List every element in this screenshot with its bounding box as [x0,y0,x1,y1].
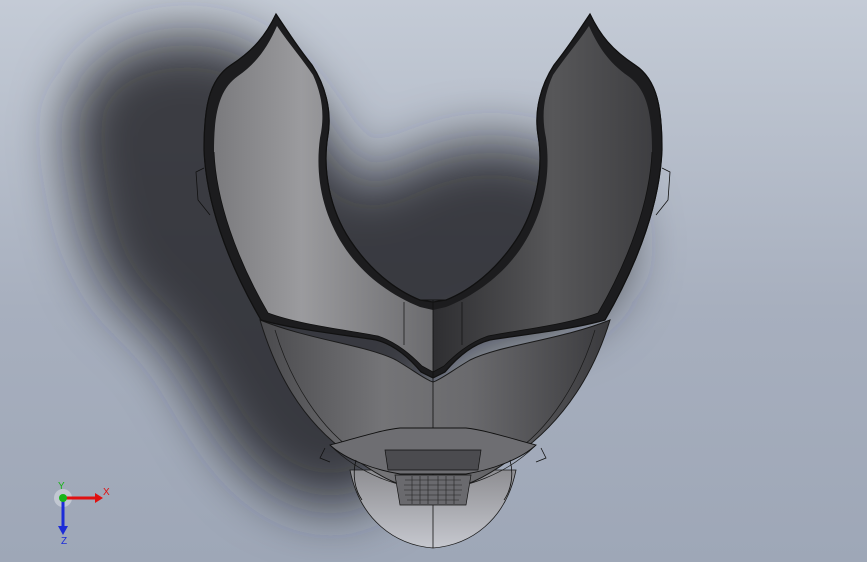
y-axis-dot [59,494,67,502]
graphics-viewport[interactable]: X Y Z [0,0,867,562]
z-axis-arrowhead [58,526,68,535]
x-axis-label: X [103,487,110,498]
z-axis-label: Z [61,536,67,547]
y-axis-label: Y [58,481,65,492]
triad-graphic: X Y Z [54,481,110,547]
model-view[interactable] [0,0,867,562]
x-axis-arrowhead [95,493,103,503]
axis-triad: X Y Z [45,480,115,550]
